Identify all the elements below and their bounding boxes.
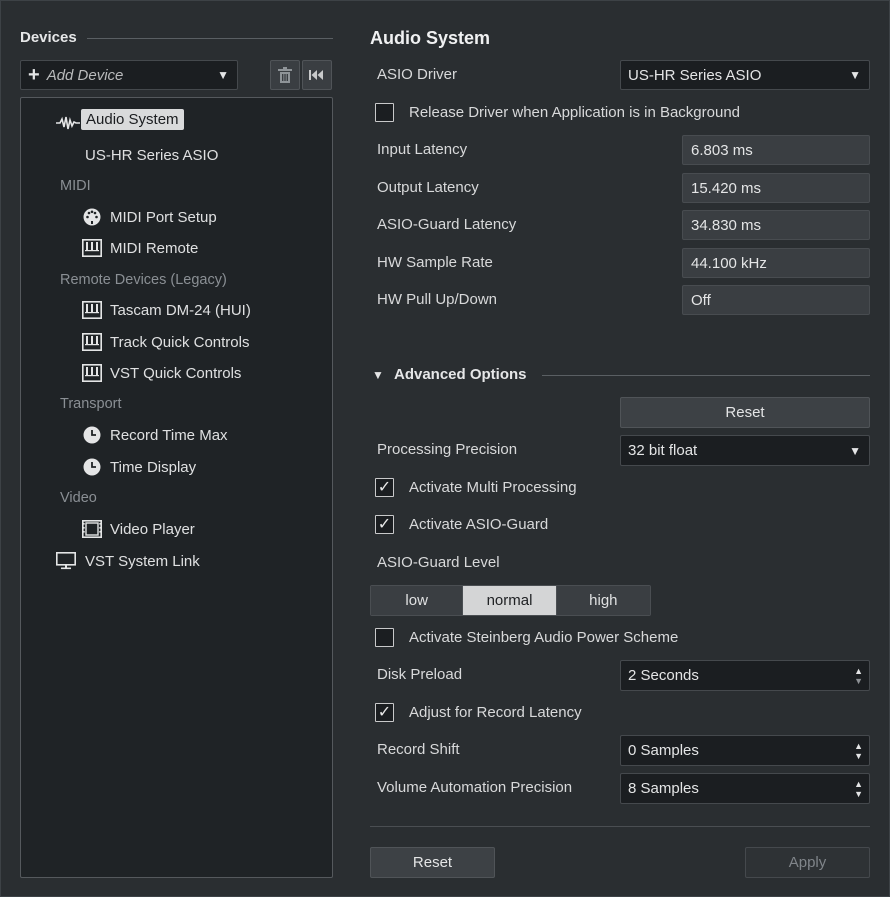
output-latency-label: Output Latency <box>377 179 479 196</box>
asio-driver-value: US-HR Series ASIO <box>628 66 762 84</box>
adjust-latency-label: Adjust for Record Latency <box>409 704 582 721</box>
processing-precision-dropdown[interactable]: 32 bit float ▼ <box>620 435 870 466</box>
add-device-dropdown[interactable]: + Add Device ▼ <box>20 60 238 90</box>
spinner-arrows-icon[interactable]: ▲ ▼ <box>854 779 863 799</box>
tree-item-audio-system[interactable]: Audio System <box>81 109 184 130</box>
tree-category-remote-legacy: Remote Devices (Legacy) <box>60 272 227 288</box>
hw-pull-value: Off <box>682 285 870 315</box>
record-shift-label: Record Shift <box>377 741 460 758</box>
devices-heading: Devices <box>20 29 77 46</box>
caret-down-icon: ▼ <box>217 68 229 82</box>
apply-button[interactable]: Apply <box>745 847 870 878</box>
tree-item-midi-remote[interactable]: MIDI Remote <box>110 240 198 257</box>
level-high-button[interactable]: high <box>556 586 650 615</box>
keyboard-icon <box>82 238 102 258</box>
checkmark-icon: ✓ <box>377 515 392 533</box>
keyboard-icon <box>82 332 102 352</box>
tree-item-vst-quick-controls[interactable]: VST Quick Controls <box>110 365 241 382</box>
power-scheme-checkbox[interactable] <box>375 628 394 647</box>
hw-sample-rate-value: 44.100 kHz <box>682 248 870 278</box>
tree-item-record-time-max[interactable]: Record Time Max <box>110 427 228 444</box>
multi-processing-label: Activate Multi Processing <box>409 479 577 496</box>
disk-preload-label: Disk Preload <box>377 666 463 683</box>
checkmark-icon: ✓ <box>377 703 392 721</box>
device-tree[interactable]: Audio System US-HR Series ASIO MIDI MIDI… <box>20 97 333 878</box>
tree-item-track-quick-controls[interactable]: Track Quick Controls <box>110 334 249 351</box>
asio-driver-dropdown[interactable]: US-HR Series ASIO ▼ <box>620 60 870 90</box>
spinner-arrows-icon[interactable]: ▲ ▼ <box>854 741 863 761</box>
multi-processing-checkbox[interactable]: ✓ <box>375 478 394 497</box>
release-driver-checkbox[interactable] <box>375 103 394 122</box>
asio-guard-level-label: ASIO-Guard Level <box>377 554 500 571</box>
processing-precision-value: 32 bit float <box>628 442 698 459</box>
record-shift-value: 0 Samples <box>628 742 699 759</box>
disk-preload-value: 2 Seconds <box>628 667 699 684</box>
devices-heading-divider <box>87 38 333 39</box>
device-setup-window: Devices + Add Device ▼ Audio System US-H… <box>0 0 890 897</box>
tree-category-video: Video <box>60 490 97 506</box>
power-scheme-label: Activate Steinberg Audio Power Scheme <box>409 629 679 646</box>
tree-category-transport: Transport <box>60 396 122 412</box>
keyboard-icon <box>82 363 102 383</box>
clock-icon <box>82 457 102 477</box>
volume-precision-value: 8 Samples <box>628 780 699 797</box>
reset-device-button[interactable] <box>302 60 332 90</box>
tree-item-tascam[interactable]: Tascam DM-24 (HUI) <box>110 302 251 319</box>
release-driver-label: Release Driver when Application is in Ba… <box>409 104 741 121</box>
tree-item-video-player[interactable]: Video Player <box>110 521 195 538</box>
plus-icon: + <box>28 64 40 86</box>
asio-guard-level-selector[interactable]: low normal high <box>370 585 651 616</box>
adjust-latency-checkbox[interactable]: ✓ <box>375 703 394 722</box>
add-device-label: Add Device <box>46 66 124 84</box>
reset-button[interactable]: Reset <box>370 847 495 878</box>
volume-precision-label: Volume Automation Precision <box>377 779 573 796</box>
clock-icon <box>82 425 102 445</box>
asio-driver-label: ASIO Driver <box>377 66 458 83</box>
caret-down-icon: ▼ <box>849 443 861 458</box>
tree-item-vst-system-link[interactable]: VST System Link <box>85 553 200 570</box>
level-normal-button[interactable]: normal <box>463 586 557 615</box>
film-icon <box>82 519 102 539</box>
record-shift-spinbox[interactable]: 0 Samples ▲ ▼ <box>620 735 870 766</box>
delete-device-button[interactable] <box>270 60 300 90</box>
asio-guard-latency-label: ASIO-Guard Latency <box>377 216 517 233</box>
processing-precision-label: Processing Precision <box>377 441 518 458</box>
volume-precision-spinbox[interactable]: 8 Samples ▲ ▼ <box>620 773 870 804</box>
asio-guard-label: Activate ASIO-Guard <box>409 516 549 533</box>
collapse-triangle-icon[interactable]: ▼ <box>372 368 384 382</box>
rewind-icon <box>309 70 323 80</box>
keyboard-icon <box>82 300 102 320</box>
input-latency-label: Input Latency <box>377 141 468 158</box>
advanced-options-divider <box>542 375 870 376</box>
hw-pull-label: HW Pull Up/Down <box>377 291 498 308</box>
tree-item-time-display[interactable]: Time Display <box>110 459 196 476</box>
input-latency-value: 6.803 ms <box>682 135 870 165</box>
caret-down-icon: ▼ <box>849 68 861 82</box>
asio-guard-checkbox[interactable]: ✓ <box>375 515 394 534</box>
trash-icon <box>278 67 292 83</box>
page-title: Audio System <box>370 28 491 48</box>
footer-divider <box>370 826 870 827</box>
advanced-options-heading[interactable]: Advanced Options <box>394 366 527 383</box>
midi-port-icon <box>82 207 102 227</box>
advanced-reset-button[interactable]: Reset <box>620 397 870 428</box>
monitor-icon <box>56 551 76 571</box>
checkmark-icon: ✓ <box>377 478 392 496</box>
waveform-icon <box>56 113 80 133</box>
tree-item-us-hr-series-asio[interactable]: US-HR Series ASIO <box>85 147 218 164</box>
tree-item-midi-port-setup[interactable]: MIDI Port Setup <box>110 209 217 226</box>
output-latency-value: 15.420 ms <box>682 173 870 203</box>
asio-guard-latency-value: 34.830 ms <box>682 210 870 240</box>
tree-category-midi: MIDI <box>60 178 91 194</box>
hw-sample-rate-label: HW Sample Rate <box>377 254 493 271</box>
level-low-button[interactable]: low <box>371 586 464 615</box>
disk-preload-spinbox[interactable]: 2 Seconds ▲ ▼ <box>620 660 870 691</box>
spinner-arrows-icon[interactable]: ▲ ▼ <box>854 666 863 686</box>
